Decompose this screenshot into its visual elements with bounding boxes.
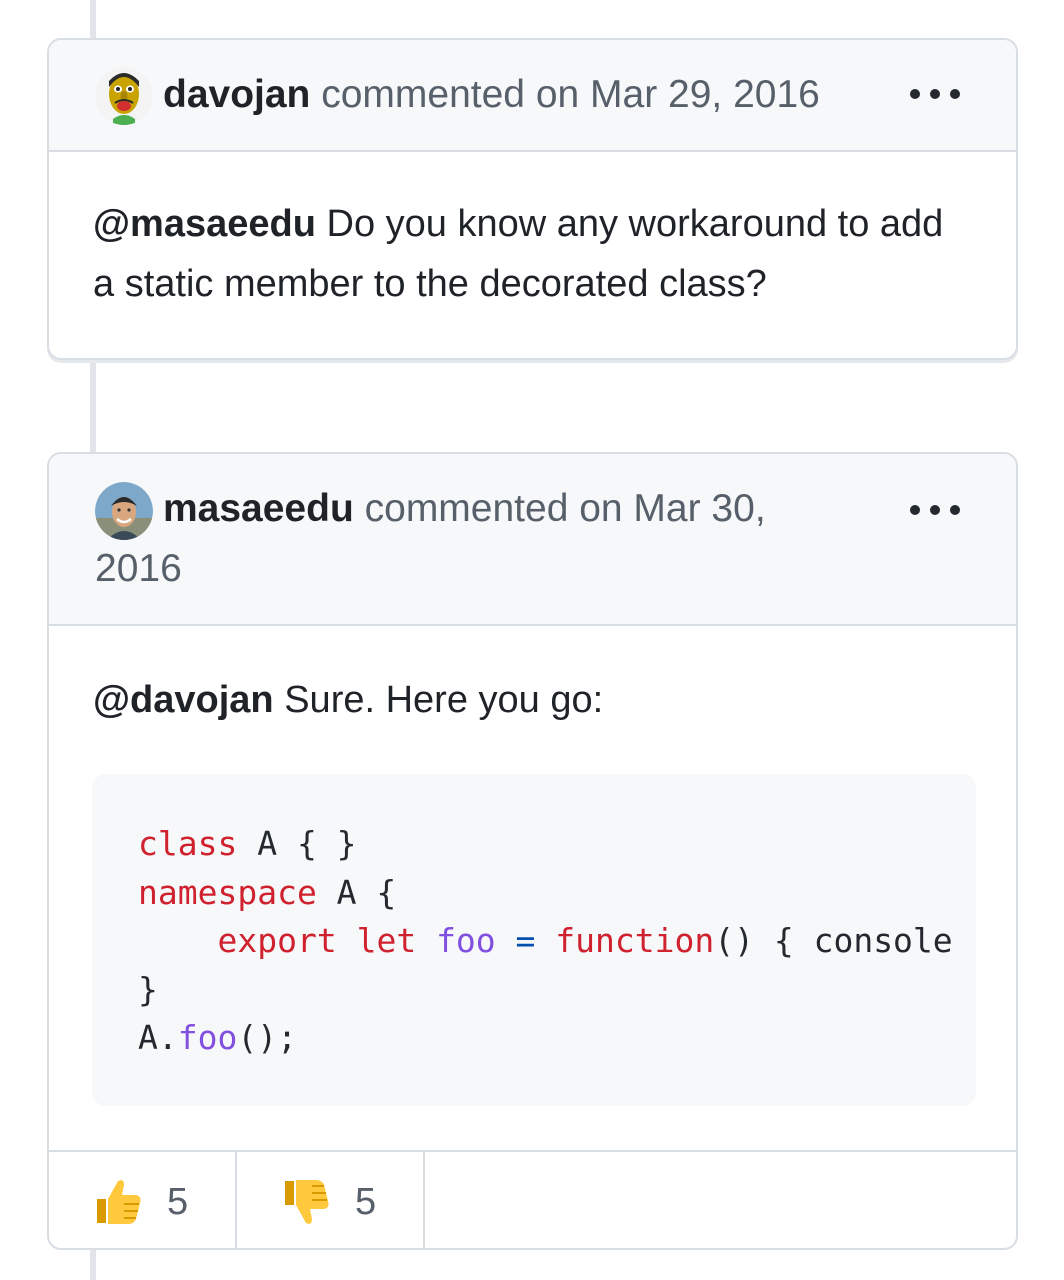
- reaction-count: 5: [167, 1180, 189, 1223]
- reaction-count: 5: [355, 1180, 377, 1223]
- comment-card: masaeedu commented on Mar 30, 2016 @davo…: [47, 452, 1018, 1250]
- reaction-thumbs-up[interactable]: 5: [49, 1152, 237, 1248]
- code-line: class A { }: [138, 824, 357, 863]
- dot-icon: [950, 505, 960, 515]
- more-options-button[interactable]: [910, 503, 960, 517]
- user-mention[interactable]: @masaeedu: [93, 203, 316, 245]
- comment-header: masaeedu commented on Mar 30, 2016: [49, 454, 1016, 626]
- comment-text: Sure. Here you go:: [273, 679, 604, 721]
- cartoon-avatar-icon[interactable]: [95, 67, 153, 125]
- code-line: }: [138, 969, 158, 1009]
- comment-author[interactable]: masaeedu: [163, 487, 354, 530]
- comment-author[interactable]: davojan: [163, 73, 310, 116]
- thumbs-up-icon: [97, 1180, 141, 1224]
- comment-card: davojan commented on Mar 29, 2016 @masae…: [47, 38, 1018, 360]
- comment-header: davojan commented on Mar 29, 2016: [49, 40, 1016, 152]
- dot-icon: [930, 505, 940, 515]
- dot-icon: [950, 89, 960, 99]
- reactions-bar: 5 5: [49, 1150, 1016, 1248]
- code-block[interactable]: class A { } namespace A { export let foo…: [92, 774, 976, 1106]
- comment-meta: davojan commented on Mar 29, 2016: [163, 65, 820, 125]
- more-options-button[interactable]: [910, 87, 960, 101]
- reaction-thumbs-down[interactable]: 5: [237, 1152, 425, 1248]
- dot-icon: [910, 505, 920, 515]
- dot-icon: [930, 89, 940, 99]
- dot-icon: [910, 89, 920, 99]
- code-line: export let foo = function() { console: [217, 921, 953, 960]
- user-mention[interactable]: @davojan: [93, 679, 274, 721]
- thumbs-down-icon: [285, 1180, 329, 1224]
- code-line: A.foo();: [138, 1018, 297, 1057]
- code-line: namespace A {: [138, 872, 397, 912]
- comment-action: commented on Mar 29, 2016: [321, 73, 820, 116]
- comment-meta: masaeedu commented on Mar 30, 2016: [95, 479, 855, 599]
- comment-body: @masaeedu Do you know any workaround to …: [93, 194, 973, 314]
- comment-body: @davojan Sure. Here you go:: [93, 670, 603, 730]
